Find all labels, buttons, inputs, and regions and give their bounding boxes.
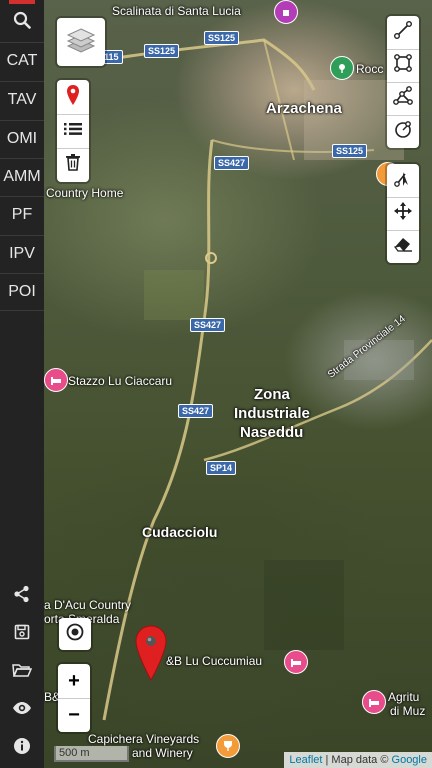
trash-icon	[66, 154, 80, 176]
place-label: Naseddu	[240, 424, 304, 441]
sidebar-item-poi[interactable]: POI	[0, 273, 44, 311]
map-attribution: Leaflet | Map data © Google	[284, 752, 432, 768]
left-toolbar	[57, 80, 89, 182]
erase-button[interactable]	[387, 230, 419, 263]
sidebar-item-cat[interactable]: CAT	[0, 42, 44, 79]
road-shield: SS427	[214, 156, 250, 170]
list-icon	[64, 122, 82, 141]
share-icon	[13, 585, 31, 608]
attribution-separator: | Map data ©	[322, 754, 392, 766]
place-label: Stazzo Lu Ciaccaru	[68, 374, 173, 388]
place-label: di Muz	[390, 704, 426, 718]
place-label: Industriale	[234, 405, 310, 422]
eye-icon	[12, 701, 32, 720]
road-shield: SS427	[178, 404, 214, 418]
marker-tool-button[interactable]	[57, 80, 89, 115]
draw-line-icon	[393, 20, 413, 45]
locate-button[interactable]	[59, 618, 91, 650]
visibility-button[interactable]	[0, 692, 44, 728]
draw-circle-icon	[393, 119, 413, 144]
draw-circle-button[interactable]	[387, 115, 419, 148]
search-icon	[13, 11, 31, 34]
road-shield: SS125	[144, 44, 180, 58]
road-shield: SS125	[204, 31, 240, 45]
marker-icon	[66, 84, 80, 111]
draw-rectangle-button[interactable]	[387, 49, 419, 83]
zoom-control: + −	[58, 664, 90, 732]
cut-button[interactable]	[387, 164, 419, 198]
sidebar-item-pf[interactable]: PF	[0, 196, 44, 233]
zoom-out-button[interactable]: −	[58, 698, 90, 732]
map-canvas[interactable]: SS125 SS125 115 SS427 SS427 SS427 SP14 S…	[44, 0, 432, 768]
folder-open-icon	[12, 662, 33, 683]
place-label: Arzachena	[266, 100, 342, 117]
draw-toolbar	[387, 16, 419, 148]
hotel-poi-icon[interactable]	[284, 650, 308, 674]
draw-rectangle-icon	[393, 53, 413, 78]
place-label: Zona	[254, 386, 290, 403]
landmark-poi-icon[interactable]	[274, 0, 298, 24]
sidebar-search-button[interactable]	[0, 0, 44, 44]
hotel-poi-icon[interactable]	[44, 368, 68, 392]
sidebar-item-tav[interactable]: TAV	[0, 81, 44, 118]
save-icon	[14, 624, 30, 645]
place-label: Scalinata di Santa Lucia	[112, 4, 241, 18]
list-tool-button[interactable]	[57, 114, 89, 149]
layers-control[interactable]	[57, 18, 105, 66]
hotel-poi-icon[interactable]	[362, 690, 386, 714]
place-label: and Winery	[132, 746, 193, 760]
open-folder-button[interactable]	[0, 654, 44, 690]
road-shield: SS125	[332, 144, 368, 158]
info-icon	[13, 737, 31, 760]
locate-icon	[66, 623, 84, 646]
sidebar-item-ipv[interactable]: IPV	[0, 235, 44, 272]
cut-icon	[393, 168, 413, 193]
place-label: Rocc	[356, 62, 384, 76]
place-label: Country Home	[46, 186, 124, 200]
google-link[interactable]: Google	[392, 754, 427, 766]
place-label: a D'Acu Country	[44, 598, 131, 612]
edit-toolbar	[387, 164, 419, 263]
info-button[interactable]	[0, 730, 44, 766]
share-button[interactable]	[0, 578, 44, 614]
trash-tool-button[interactable]	[57, 148, 89, 182]
place-label: &B Lu Cuccumiau	[166, 654, 263, 668]
winery-poi-icon[interactable]	[216, 734, 240, 758]
sidebar: CAT TAV OMI AMM PF IPV POI	[0, 0, 44, 768]
save-button[interactable]	[0, 616, 44, 652]
place-label: Agritu	[388, 690, 420, 704]
move-button[interactable]	[387, 197, 419, 231]
eraser-icon	[393, 235, 413, 258]
sidebar-item-omi[interactable]: OMI	[0, 120, 44, 157]
draw-polygon-icon	[393, 86, 413, 111]
zoom-in-button[interactable]: +	[58, 664, 90, 699]
place-label: Cudacciolu	[142, 524, 218, 540]
road-shield: SS427	[190, 318, 226, 332]
road-shield: SP14	[206, 461, 237, 475]
leaflet-link[interactable]: Leaflet	[289, 754, 322, 766]
scale-bar: 500 m	[54, 746, 129, 762]
draw-polygon-button[interactable]	[387, 82, 419, 116]
sidebar-item-amm[interactable]: AMM	[0, 158, 44, 195]
layers-icon	[66, 26, 96, 59]
location-pin-icon[interactable]	[134, 624, 168, 682]
park-poi-icon[interactable]	[330, 56, 354, 80]
move-icon	[393, 201, 413, 226]
place-label: Capichera Vineyards	[88, 732, 200, 746]
draw-line-button[interactable]	[387, 16, 419, 50]
accent-bar	[9, 0, 35, 4]
